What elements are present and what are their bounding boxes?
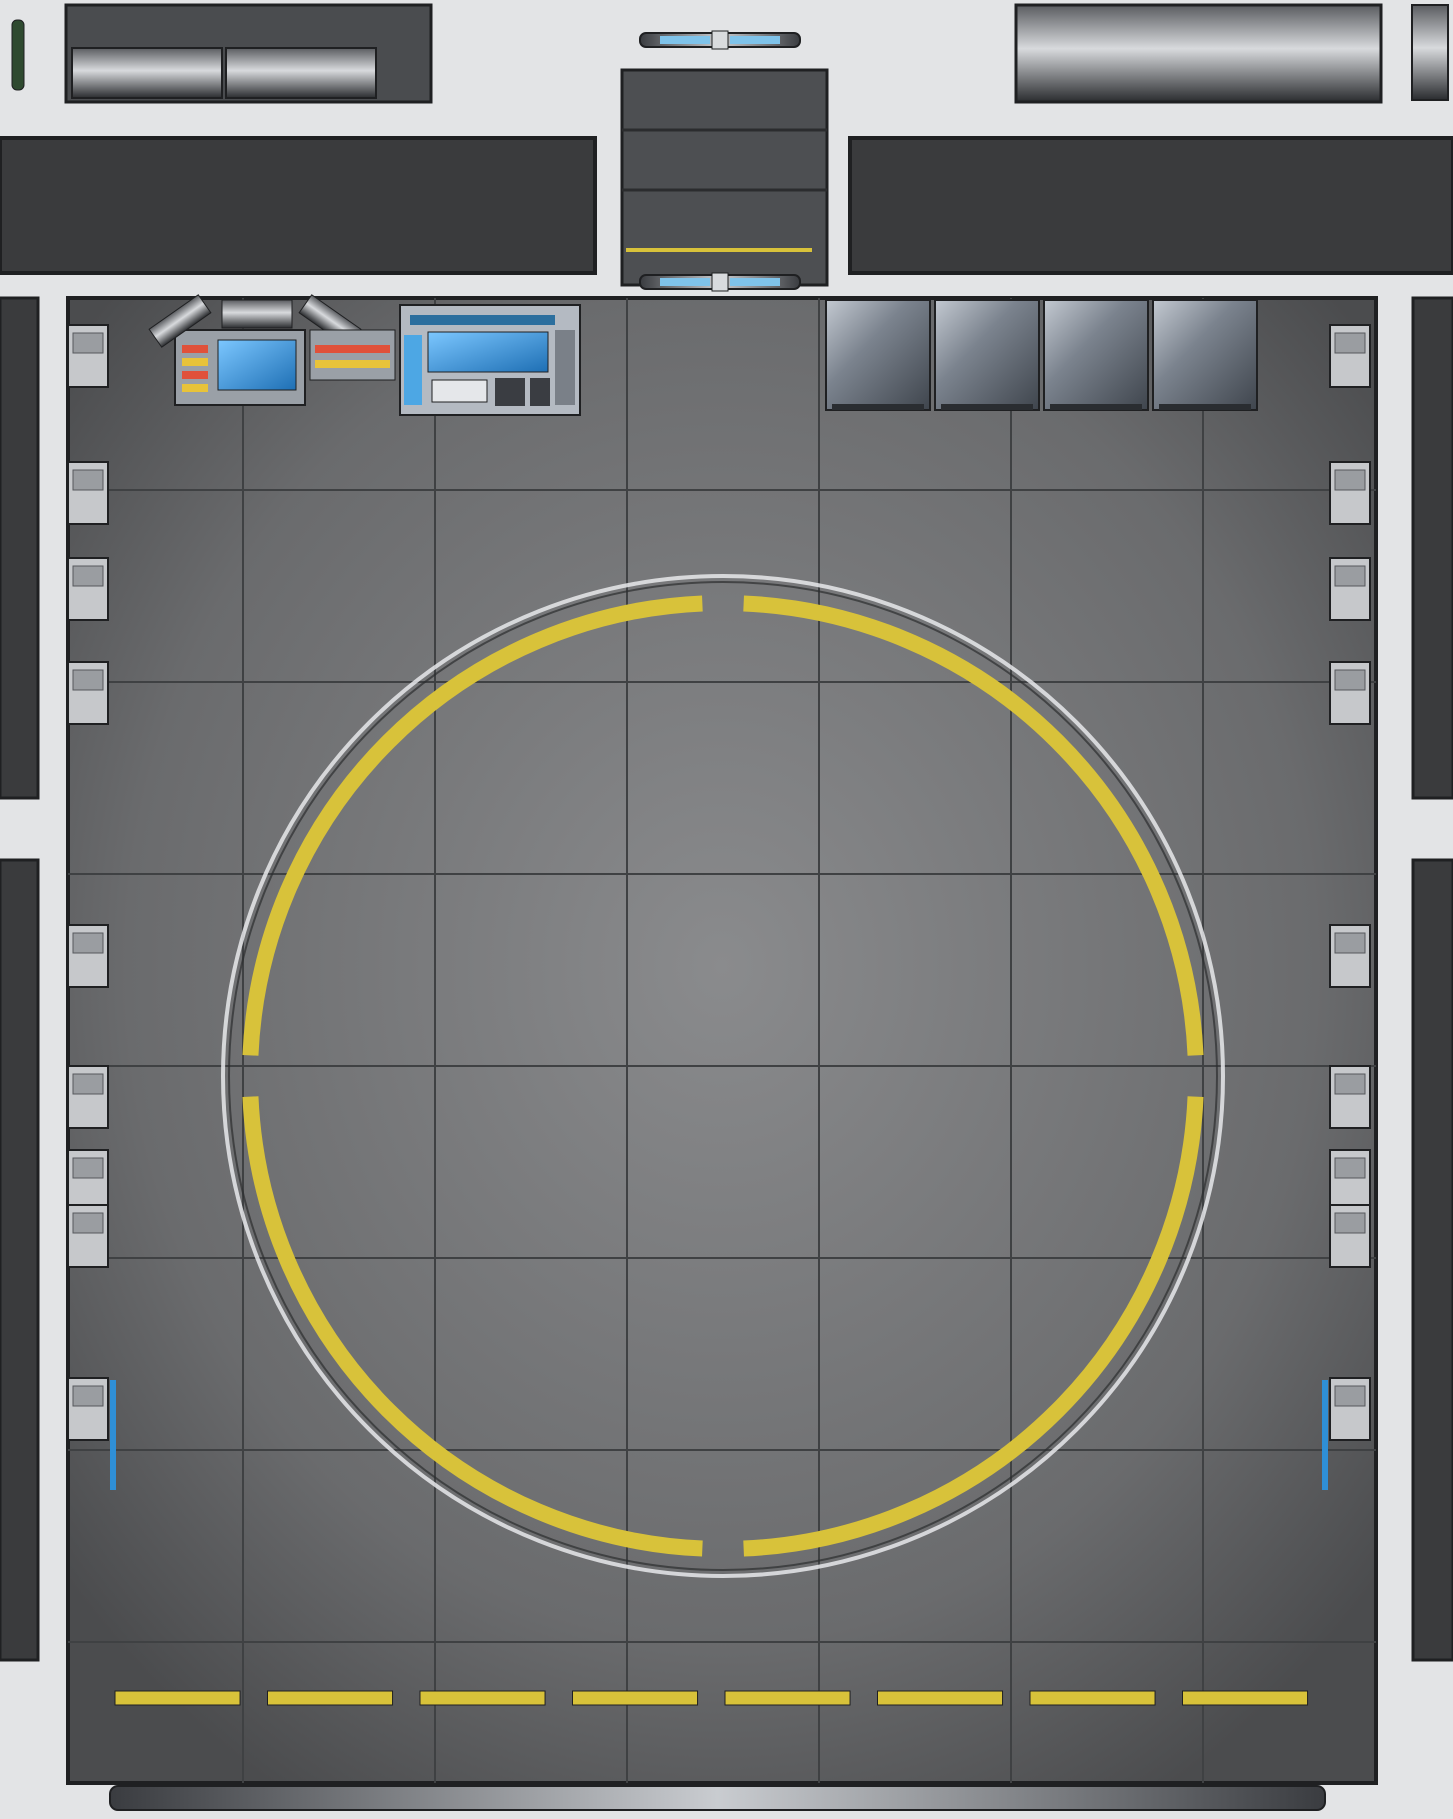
wall-panel	[1329, 1204, 1371, 1268]
wall-panel	[67, 661, 109, 725]
wall-panel	[1329, 461, 1371, 525]
wall-panel	[67, 557, 109, 621]
lane-dash	[724, 1690, 851, 1706]
wall-panel	[67, 461, 109, 525]
lane-dash	[1182, 1690, 1309, 1706]
upper-right-room	[1014, 3, 1383, 104]
upper-left-cabinet	[225, 47, 377, 99]
wall-panel	[67, 1149, 109, 1213]
wall-panel	[67, 1065, 109, 1129]
sliding-door-icon[interactable]	[639, 30, 801, 50]
hangar-floor	[66, 296, 1378, 1785]
wall-panel	[67, 924, 109, 988]
right-outer-wall-lower	[1411, 858, 1453, 1662]
wall-panel	[1329, 324, 1371, 388]
storage-container-icon[interactable]	[825, 299, 931, 411]
lane-dash	[419, 1690, 546, 1706]
wall-panel	[1329, 1377, 1371, 1441]
sliding-door-icon[interactable]	[639, 272, 801, 292]
wall-panel	[1329, 557, 1371, 621]
left-outer-wall-upper	[0, 296, 40, 800]
storage-container-icon[interactable]	[1043, 299, 1149, 411]
wall-light	[1322, 1380, 1328, 1490]
lane-dash	[877, 1690, 1004, 1706]
left-outer-wall-lower	[0, 858, 40, 1662]
map-canvas	[0, 0, 1453, 1819]
wall-panel	[1329, 661, 1371, 725]
upper-far-left-pipe	[11, 19, 25, 91]
lane-dash	[572, 1690, 699, 1706]
wall-light	[110, 1380, 116, 1490]
storage-container-icon[interactable]	[1152, 299, 1258, 411]
right-outer-wall-upper	[1411, 296, 1453, 800]
wall-panel	[67, 324, 109, 388]
upper-corridor-right	[848, 136, 1453, 275]
battle-map	[0, 0, 1453, 1819]
wall-panel	[1329, 1149, 1371, 1213]
storage-container-icon[interactable]	[934, 299, 1040, 411]
upper-far-right-panel	[1411, 4, 1449, 101]
wall-panel	[67, 1377, 109, 1441]
lane-dash	[114, 1690, 241, 1706]
upper-left-cabinet	[71, 47, 223, 99]
lane-dash	[1029, 1690, 1156, 1706]
wall-panel	[1329, 924, 1371, 988]
wall-panel	[1329, 1065, 1371, 1129]
wall-panel	[67, 1204, 109, 1268]
airlock-passage	[620, 68, 829, 287]
upper-corridor-left	[0, 136, 597, 275]
computer-console-icon[interactable]	[399, 304, 581, 416]
lane-dash	[267, 1690, 394, 1706]
bottom-pipe	[109, 1785, 1326, 1811]
